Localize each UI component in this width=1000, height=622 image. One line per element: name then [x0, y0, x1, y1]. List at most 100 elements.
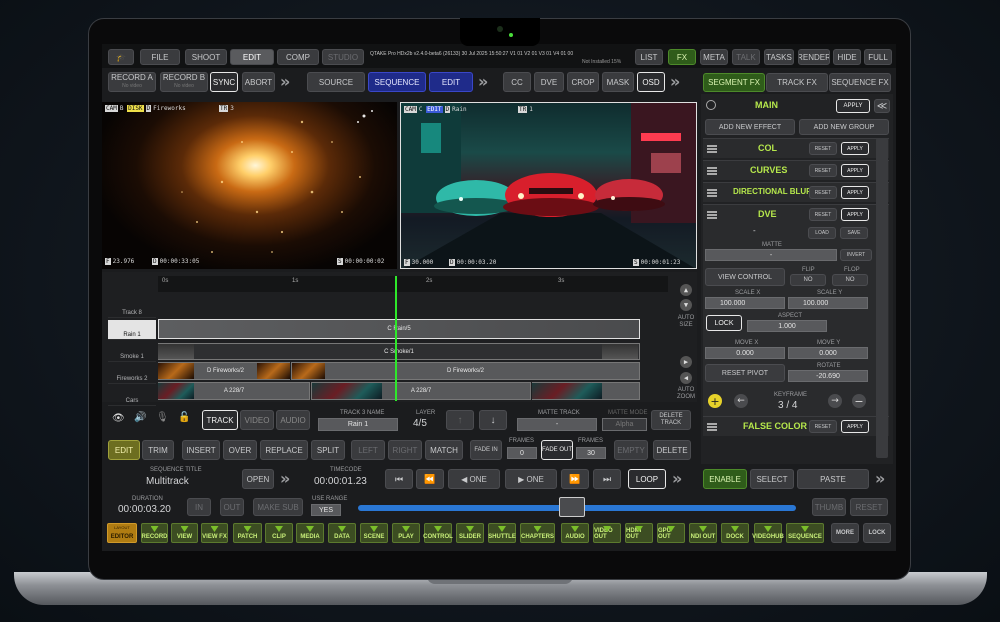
auto-zoom-label[interactable]: AUTO ZOOM [677, 387, 695, 401]
zoom-up-icon[interactable]: ▲ [680, 284, 692, 296]
layer-down-icon[interactable]: ↓ [479, 410, 507, 430]
toolbar-chapters-button[interactable]: CHAPTERS [520, 523, 555, 543]
reset-button[interactable]: RESET [850, 498, 888, 516]
fx-false-color-apply[interactable]: APPLY [841, 420, 869, 433]
list-button[interactable]: LIST [635, 49, 663, 65]
fx-curves-apply[interactable]: APPLY [841, 164, 869, 177]
sync-button[interactable]: SYNC [210, 72, 238, 92]
empty-button[interactable]: EMPTY [614, 440, 648, 460]
menu-studio[interactable]: STUDIO [322, 49, 364, 65]
flop-toggle[interactable]: NO [832, 274, 868, 286]
next-keyframe-icon[interactable]: → [828, 394, 842, 408]
track-label-smoke[interactable]: Smoke 1 [108, 342, 156, 362]
frames-field-2[interactable]: 30 [576, 447, 606, 459]
lock-icon[interactable]: 🔓 [178, 412, 190, 424]
toolbar-slider-button[interactable]: SLIDER [456, 523, 484, 543]
go-end-icon[interactable]: ⏭ [593, 469, 621, 489]
add-keyframe-icon[interactable]: + [708, 394, 722, 408]
delete-button[interactable]: DELETE [653, 440, 691, 460]
in-button[interactable]: IN [187, 498, 211, 516]
scale-x-field[interactable]: 100.000 [705, 297, 785, 309]
toolbar-scene-button[interactable]: SCENE [360, 523, 388, 543]
osd-button[interactable]: OSD [637, 72, 665, 92]
scroll-right-icon[interactable]: ▶ [680, 356, 692, 368]
timeline-ruler[interactable] [158, 276, 668, 292]
toolbar-play-button[interactable]: PLAY [392, 523, 420, 543]
split-button[interactable]: SPLIT [311, 440, 345, 460]
clip-smoke[interactable]: C Smoke/1 [158, 343, 640, 360]
fade-out-button[interactable]: FADE OUT [541, 440, 573, 460]
out-button[interactable]: OUT [220, 498, 244, 516]
toolbar-view-button[interactable]: VIEW [171, 523, 198, 543]
track-label-cars[interactable]: Cars [108, 386, 156, 406]
record-a-button[interactable]: RECORD A No video [108, 72, 156, 92]
toolbar-control-button[interactable]: CONTROL [423, 523, 453, 543]
track-label-8[interactable]: Track 8 [108, 298, 156, 318]
meta-button[interactable]: META [700, 49, 728, 65]
menu-edit[interactable]: EDIT [230, 49, 274, 65]
toolbar-gpu-out-button[interactable]: GPU OUT [657, 523, 685, 543]
clip-rain[interactable]: C Rain/5 [158, 319, 640, 339]
fx-blur-apply[interactable]: APPLY [841, 186, 869, 199]
mask-button[interactable]: MASK [602, 72, 634, 92]
back-one-button[interactable]: ◀ ONE [448, 469, 500, 489]
dve-save-button[interactable]: SAVE [840, 227, 868, 239]
track-label-fireworks[interactable]: Fireworks 2 [108, 364, 156, 384]
track-label-rain[interactable]: Rain 1 [108, 320, 156, 340]
loop-button[interactable]: LOOP [628, 469, 666, 489]
toolbar-media-button[interactable]: MEDIA [296, 523, 324, 543]
menu-icon[interactable] [707, 189, 717, 197]
clip-fireworks-2[interactable]: D Fireworks/2 [291, 362, 640, 380]
toolbar-ndi-out-button[interactable]: NDI OUT [689, 523, 717, 543]
right-button[interactable]: RIGHT [388, 440, 422, 460]
view-control-button[interactable]: VIEW CONTROL [705, 268, 785, 286]
matte-track-field[interactable]: - [517, 418, 597, 431]
add-new-group-button[interactable]: ADD NEW GROUP [799, 119, 889, 135]
sequence-button[interactable]: SEQUENCE [368, 72, 426, 92]
tab-segment-fx[interactable]: SEGMENT FX [703, 73, 765, 92]
lock-aspect-button[interactable]: LOCK [706, 315, 742, 331]
fx-dve-reset[interactable]: RESET [809, 208, 837, 221]
edit-tab[interactable]: EDIT [108, 440, 140, 460]
toolbar-patch-button[interactable]: PATCH [233, 523, 262, 543]
paste-button[interactable]: PASTE [797, 469, 869, 489]
crop-button[interactable]: CROP [567, 72, 599, 92]
tab-sequence-fx[interactable]: SEQUENCE FX [829, 73, 891, 92]
toolbar-data-button[interactable]: DATA [328, 523, 356, 543]
radio-icon[interactable] [706, 100, 716, 110]
prev-keyframe-icon[interactable]: ← [734, 394, 748, 408]
playhead[interactable] [395, 276, 397, 401]
mic-icon[interactable]: 🎙 [156, 412, 169, 424]
fx-row-false-color[interactable]: FALSE COLOR RESET APPLY [703, 416, 889, 436]
more-button[interactable]: MORE [831, 523, 859, 543]
toolbar-video-out-button[interactable]: VIDEO OUT [593, 523, 621, 543]
replace-button[interactable]: REPLACE [260, 440, 308, 460]
toolbar-dock-button[interactable]: DOCK [721, 523, 749, 543]
menu-shoot[interactable]: SHOOT [185, 49, 227, 65]
timecode-value[interactable]: 00:00:01.23 [314, 476, 367, 487]
toolbar-videohub-button[interactable]: VIDEOHUB [752, 523, 784, 543]
move-y-field[interactable]: 0.000 [788, 347, 868, 359]
toolbar-view-fx-button[interactable]: VIEW FX [201, 523, 228, 543]
fx-row-col[interactable]: COL RESET APPLY [703, 138, 889, 158]
record-b-button[interactable]: RECORD B No video [160, 72, 208, 92]
toolbar-shuttle-button[interactable]: SHUTTLE [488, 523, 516, 543]
toolbar-sequence-button[interactable]: SEQUENCE [786, 523, 824, 543]
cc-button[interactable]: CC [503, 72, 531, 92]
menu-icon[interactable] [707, 211, 717, 219]
fx-col-reset[interactable]: RESET [809, 142, 837, 155]
scroll-left-icon[interactable]: ◀ [680, 372, 692, 384]
track-toggle[interactable]: TRACK [202, 410, 238, 430]
main-apply-button[interactable]: APPLY [836, 99, 870, 113]
sequence-title[interactable]: Multitrack [146, 476, 189, 487]
over-button[interactable]: OVER [223, 440, 257, 460]
abort-button[interactable]: ABORT [242, 72, 275, 92]
move-x-field[interactable]: 0.000 [705, 347, 785, 359]
go-start-icon[interactable]: ⏮ [385, 469, 413, 489]
menu-icon[interactable] [707, 167, 717, 175]
source-button[interactable]: SOURCE [307, 72, 365, 92]
viewer-right[interactable]: CAM C EDIT D Rain TR 1 F 30.000 D 00:00:03.20 … [400, 102, 697, 269]
fx-curves-reset[interactable]: RESET [809, 164, 837, 177]
use-range-field[interactable]: YES [311, 504, 341, 516]
add-new-effect-button[interactable]: ADD NEW EFFECT [705, 119, 795, 135]
